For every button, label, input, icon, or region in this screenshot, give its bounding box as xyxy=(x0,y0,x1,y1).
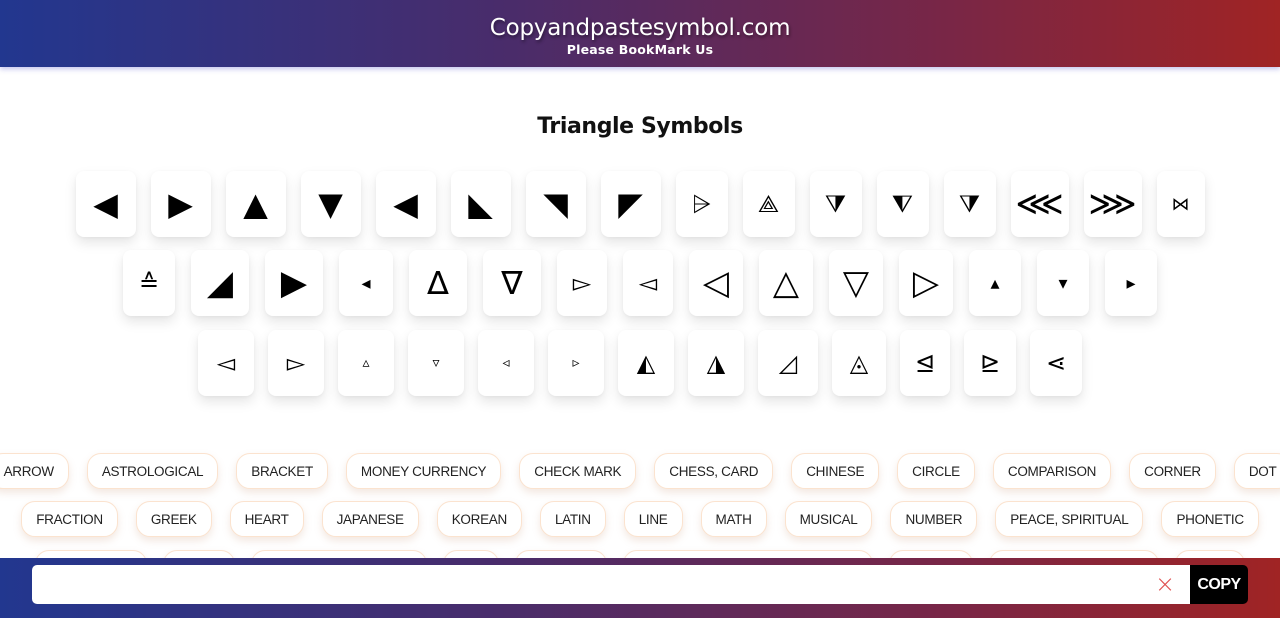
symbol-button[interactable]: ◀ xyxy=(75,171,136,237)
symbol-row-3: ◅ ▻ ▵ ▿ ◃ ▹ ◭ ◮ ◿ ◬ ⊴ ⊵ ⋖ xyxy=(0,330,1280,396)
symbol-button[interactable]: ◿ xyxy=(758,330,818,396)
symbol-button[interactable]: ⩥ xyxy=(675,171,728,237)
symbol-button[interactable]: △ xyxy=(759,250,813,316)
symbol-button[interactable]: ▸ xyxy=(1105,250,1157,316)
symbol-button[interactable]: ⧩ xyxy=(943,171,996,237)
symbol-button[interactable]: ▵ xyxy=(338,330,394,396)
symbol-button[interactable]: ▲ xyxy=(225,171,286,237)
copy-input[interactable] xyxy=(32,565,1192,604)
symbol-button[interactable]: ▹ xyxy=(548,330,604,396)
symbol-button[interactable]: ▶ xyxy=(150,171,211,237)
symbol-button[interactable]: ▼ xyxy=(300,171,361,237)
symbol-row-1: ◀ ▶ ▲ ▼ ◀ ◣ ◥ ◤ ⩥ ⟁ ⧩ ⧨ ⧩ ⋘ ⋙ ⋈ xyxy=(0,171,1280,237)
copy-bar: × COPY xyxy=(0,558,1280,618)
symbol-button[interactable]: ◬ xyxy=(832,330,886,396)
symbol-button[interactable]: ⧨ xyxy=(876,171,929,237)
symbol-button[interactable]: ≙ xyxy=(123,250,175,316)
category-link[interactable]: BRACKET xyxy=(236,453,328,489)
category-link[interactable]: JAPANESE xyxy=(321,501,419,537)
category-link[interactable]: LATIN xyxy=(539,501,606,537)
symbol-button[interactable]: ◣ xyxy=(450,171,511,237)
symbol-button[interactable]: ⋙ xyxy=(1083,171,1142,237)
symbol-button[interactable]: ⋖ xyxy=(1030,330,1082,396)
symbol-row-2: ≙ ◢ ▶ ◂ ∆ ∇ ▻ ◅ ◁ △ ▽ ▷ ▴ ▾ ▸ xyxy=(0,250,1280,316)
category-row-1: ARROW ASTROLOGICAL BRACKET MONEY CURRENC… xyxy=(0,453,1280,489)
category-link[interactable]: CIRCLE xyxy=(897,453,975,489)
category-link[interactable]: FRACTION xyxy=(21,501,118,537)
category-link[interactable]: MUSICAL xyxy=(784,501,873,537)
category-link[interactable]: NUMBER xyxy=(890,501,978,537)
symbol-button[interactable]: ▴ xyxy=(969,250,1021,316)
symbol-button[interactable]: ◁ xyxy=(689,250,743,316)
category-link[interactable]: MONEY CURRENCY xyxy=(345,453,502,489)
category-link[interactable]: LINE xyxy=(623,501,683,537)
copy-button[interactable]: COPY xyxy=(1190,565,1248,604)
symbol-button[interactable]: ◭ xyxy=(618,330,674,396)
category-link[interactable]: PEACE, SPIRITUAL xyxy=(995,501,1144,537)
category-link[interactable]: HEART xyxy=(229,501,304,537)
symbol-button[interactable]: ◥ xyxy=(525,171,586,237)
symbol-button[interactable]: ◀ xyxy=(375,171,436,237)
symbol-button[interactable]: ▿ xyxy=(408,330,464,396)
symbol-button[interactable]: ◢ xyxy=(191,250,249,316)
site-header: Copyandpastesymbol.com Please BookMark U… xyxy=(0,0,1280,67)
symbol-button[interactable]: ◅ xyxy=(623,250,673,316)
symbol-button[interactable]: ⋘ xyxy=(1010,171,1069,237)
symbol-button[interactable]: ◂ xyxy=(339,250,393,316)
symbol-button[interactable]: ⊴ xyxy=(900,330,950,396)
symbol-button[interactable]: ▶ xyxy=(265,250,323,316)
symbol-button[interactable]: ◅ xyxy=(198,330,254,396)
category-link[interactable]: COMPARISON xyxy=(992,453,1112,489)
category-link[interactable]: MATH xyxy=(700,501,767,537)
symbol-button[interactable]: ▷ xyxy=(899,250,953,316)
category-link[interactable]: ASTROLOGICAL xyxy=(86,453,219,489)
symbol-button[interactable]: ∇ xyxy=(483,250,541,316)
page-title: Triangle Symbols xyxy=(537,114,743,139)
symbol-button[interactable]: ⟁ xyxy=(742,171,795,237)
symbol-button[interactable]: ▻ xyxy=(268,330,324,396)
symbol-button[interactable]: ⊵ xyxy=(964,330,1016,396)
category-link[interactable]: CHECK MARK xyxy=(519,453,637,489)
symbol-button[interactable]: ◮ xyxy=(688,330,744,396)
category-link[interactable]: CHESS, CARD xyxy=(654,453,774,489)
clear-icon[interactable]: × xyxy=(1152,571,1178,597)
category-link[interactable]: CORNER xyxy=(1129,453,1216,489)
symbol-button[interactable]: ⧩ xyxy=(809,171,862,237)
symbol-button[interactable]: ◤ xyxy=(600,171,661,237)
category-link[interactable]: GREEK xyxy=(135,501,212,537)
symbol-button[interactable]: ▽ xyxy=(829,250,883,316)
category-link[interactable]: PHONETIC xyxy=(1161,501,1259,537)
symbol-button[interactable]: ▻ xyxy=(557,250,607,316)
symbol-button[interactable]: ∆ xyxy=(409,250,467,316)
symbol-button[interactable]: ◃ xyxy=(478,330,534,396)
site-title[interactable]: Copyandpastesymbol.com xyxy=(0,0,1280,42)
category-row-2: FRACTION GREEK HEART JAPANESE KOREAN LAT… xyxy=(0,501,1280,537)
bookmark-notice: Please BookMark Us xyxy=(566,42,714,57)
category-link[interactable]: ARROW xyxy=(0,453,69,489)
symbol-button[interactable]: ▾ xyxy=(1037,250,1089,316)
symbol-button[interactable]: ⋈ xyxy=(1156,171,1205,237)
category-link[interactable]: CHINESE xyxy=(791,453,880,489)
category-link[interactable]: DOT xyxy=(1233,453,1280,489)
category-link[interactable]: KOREAN xyxy=(436,501,522,537)
